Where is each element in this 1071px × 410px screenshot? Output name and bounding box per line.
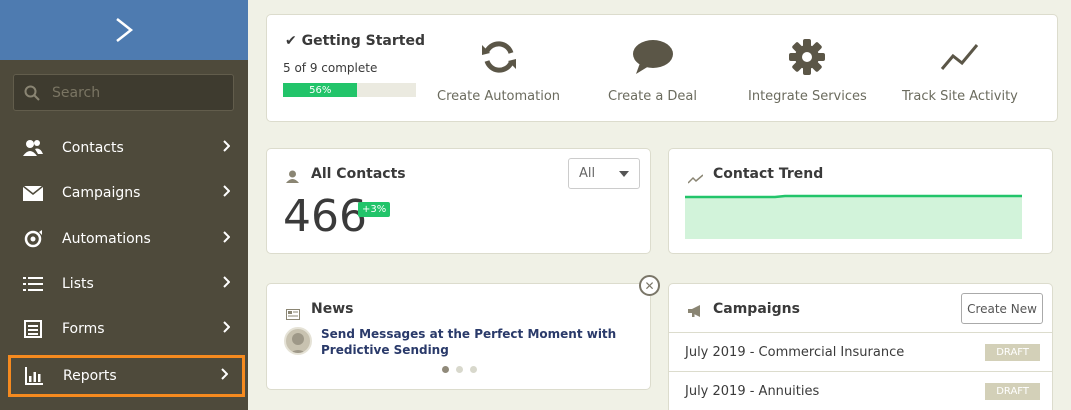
progress-text: 5 of 9 complete xyxy=(283,61,378,75)
sidebar-item-label: Campaigns xyxy=(62,185,141,201)
campaign-name[interactable]: July 2019 - Commercial Insurance xyxy=(685,345,904,360)
chevron-right-icon xyxy=(222,231,231,247)
close-news-button[interactable]: ✕ xyxy=(639,275,660,296)
chevron-right-icon xyxy=(222,140,231,156)
all-contacts-title: All Contacts xyxy=(311,166,406,182)
sidebar-item-label: Lists xyxy=(62,276,94,292)
all-contacts-card: All Contacts All 466 +3% xyxy=(266,148,651,254)
sidebar-item-lists[interactable]: Lists xyxy=(10,265,244,303)
sidebar-item-campaigns[interactable]: Campaigns xyxy=(10,174,244,212)
search-icon xyxy=(24,85,40,101)
create-deal-action[interactable]: Create a Deal xyxy=(608,37,697,104)
newspaper-icon xyxy=(286,305,300,324)
envelope-icon xyxy=(21,185,45,201)
refresh-icon xyxy=(481,37,517,77)
trend-line-icon xyxy=(940,37,980,77)
contacts-filter-select[interactable]: All xyxy=(568,158,640,189)
growth-badge: +3% xyxy=(358,202,391,217)
carousel-dot[interactable] xyxy=(456,366,463,373)
megaphone-icon xyxy=(687,303,703,322)
form-icon xyxy=(21,320,45,338)
contacts-count: 466 xyxy=(283,191,367,242)
action-label: Create Automation xyxy=(437,89,561,104)
status-badge: DRAFT xyxy=(985,343,1040,361)
chevron-right-icon xyxy=(222,185,231,201)
chat-bubble-icon xyxy=(632,37,674,77)
campaign-row[interactable]: July 2019 - Annuities DRAFT xyxy=(669,371,1052,410)
gear-icon xyxy=(789,37,826,77)
automations-icon xyxy=(21,229,45,249)
checkmark-icon: ✔ xyxy=(285,33,297,49)
track-site-activity-action[interactable]: Track Site Activity xyxy=(902,37,1018,104)
filter-value: All xyxy=(579,166,596,181)
sidebar-item-label: Reports xyxy=(63,368,117,384)
sidebar-item-automations[interactable]: Automations xyxy=(10,220,244,258)
campaigns-card: Campaigns Create New July 2019 - Commerc… xyxy=(668,283,1053,410)
contacts-icon xyxy=(21,139,45,157)
sidebar-item-reports[interactable]: Reports xyxy=(8,355,245,397)
user-icon xyxy=(286,168,299,187)
contact-trend-title: Contact Trend xyxy=(713,166,824,182)
carousel-dot[interactable] xyxy=(470,366,477,373)
getting-started-card: ✔ Getting Started 5 of 9 complete 56% Cr… xyxy=(266,14,1058,122)
news-title: News xyxy=(311,301,354,317)
chevron-right-icon xyxy=(222,276,231,292)
chevron-right-icon xyxy=(222,321,231,337)
app-logo-icon xyxy=(116,18,134,42)
status-badge: DRAFT xyxy=(985,382,1040,400)
progress-bar: 56% xyxy=(283,83,416,97)
sidebar-item-label: Forms xyxy=(62,321,105,337)
logo[interactable] xyxy=(0,0,248,60)
chevron-right-icon xyxy=(220,368,229,384)
bar-chart-icon xyxy=(22,367,46,385)
create-new-campaign-button[interactable]: Create New xyxy=(961,293,1043,324)
avatar xyxy=(284,327,312,355)
trend-icon xyxy=(687,169,704,188)
integrate-services-action[interactable]: Integrate Services xyxy=(748,37,867,104)
caret-down-icon xyxy=(619,166,629,181)
sidebar-item-contacts[interactable]: Contacts xyxy=(10,129,244,167)
news-headline-link[interactable]: Send Messages at the Perfect Moment with… xyxy=(321,326,641,358)
action-label: Integrate Services xyxy=(748,89,867,104)
action-label: Track Site Activity xyxy=(902,89,1018,104)
news-card: News Send Messages at the Perfect Moment… xyxy=(266,283,651,390)
sidebar-item-label: Automations xyxy=(62,231,151,247)
search-box[interactable] xyxy=(13,74,234,111)
close-icon: ✕ xyxy=(644,278,655,293)
action-label: Create a Deal xyxy=(608,89,698,104)
search-input[interactable] xyxy=(52,84,212,101)
campaigns-title: Campaigns xyxy=(713,301,800,317)
campaign-row[interactable]: July 2019 - Commercial Insurance DRAFT xyxy=(669,332,1052,371)
carousel-dots xyxy=(442,366,477,373)
sidebar-item-label: Contacts xyxy=(62,140,124,156)
sidebar: Contacts Campaigns Automations Lists For… xyxy=(0,0,248,410)
contact-trend-card: Contact Trend xyxy=(668,148,1053,254)
carousel-dot[interactable] xyxy=(442,366,449,373)
getting-started-title: ✔ Getting Started xyxy=(285,33,425,49)
list-icon xyxy=(21,276,45,292)
campaign-name[interactable]: July 2019 - Annuities xyxy=(685,384,819,399)
trend-area xyxy=(685,196,1022,239)
progress-fill: 56% xyxy=(283,83,358,97)
create-automation-action[interactable]: Create Automation xyxy=(437,37,560,104)
trend-line xyxy=(685,194,1022,199)
trend-area-chart xyxy=(685,194,1022,239)
sidebar-item-forms[interactable]: Forms xyxy=(10,310,244,348)
